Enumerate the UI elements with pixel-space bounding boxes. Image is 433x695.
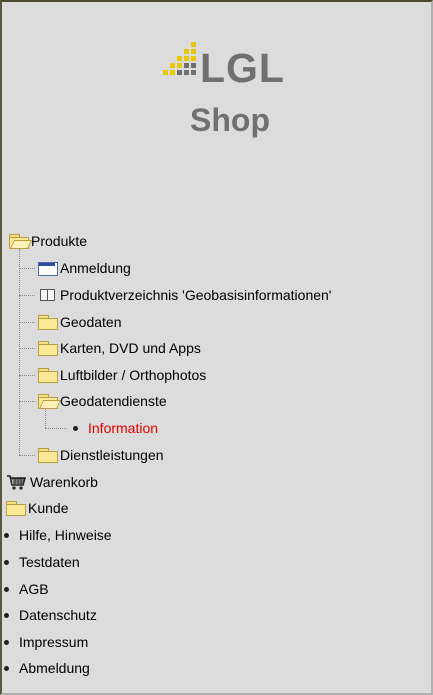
navigation-tree: Produkte Anmeldung Produktverzeichnis 'G… (0, 0, 433, 695)
tree-connector (19, 295, 35, 296)
tree-connector (19, 401, 35, 402)
nav-link-agb[interactable]: AGB (0, 578, 49, 600)
tree-item-produktverzeichnis[interactable]: Produktverzeichnis 'Geobasisinformatione… (40, 284, 331, 306)
tree-connector (19, 348, 35, 349)
tree-connector (19, 455, 35, 456)
tree-item-karten[interactable]: Karten, DVD und Apps (38, 337, 201, 359)
tree-item-produkte[interactable]: Produkte (9, 230, 87, 252)
nav-link-abmeldung[interactable]: Abmeldung (0, 657, 90, 679)
tree-item-label: Produkte (31, 233, 88, 249)
window-icon (38, 261, 58, 276)
tree-connector (19, 249, 20, 455)
tree-connector (45, 428, 67, 429)
nav-item-kunde[interactable]: Kunde (6, 497, 68, 519)
nav-link-hilfe[interactable]: Hilfe, Hinweise (0, 524, 112, 546)
shopping-cart-icon (7, 475, 27, 490)
bullet-icon (73, 425, 78, 431)
nav-link-datenschutz[interactable]: Datenschutz (0, 604, 97, 626)
tree-item-information[interactable]: Information (69, 417, 158, 439)
tree-item-label: Karten, DVD und Apps (60, 340, 201, 356)
nav-link-label: Abmeldung (19, 660, 90, 676)
nav-link-label: Testdaten (19, 554, 80, 570)
bullet-icon (4, 665, 9, 671)
folder-icon (38, 368, 58, 383)
nav-link-label: Impressum (19, 634, 89, 650)
tree-item-label: Information (88, 420, 159, 436)
nav-item-label: Kunde (28, 500, 69, 516)
bullet-icon (4, 639, 9, 645)
tree-item-label: Produktverzeichnis 'Geobasisinformatione… (60, 287, 332, 303)
tree-item-geodatendienste[interactable]: Geodatendienste (38, 390, 167, 412)
tree-connector (19, 268, 35, 269)
tree-item-label: Dienstleistungen (60, 447, 164, 463)
tree-item-luftbilder[interactable]: Luftbilder / Orthophotos (38, 364, 206, 386)
tree-item-label: Geodaten (60, 314, 122, 330)
nav-link-label: Datenschutz (19, 607, 97, 623)
book-icon (40, 289, 56, 301)
folder-open-icon (38, 394, 62, 409)
tree-item-dienstleistungen[interactable]: Dienstleistungen (38, 444, 164, 466)
nav-item-label: Warenkorb (30, 474, 98, 490)
nav-link-testdaten[interactable]: Testdaten (0, 551, 80, 573)
tree-item-label: Geodatendienste (60, 393, 167, 409)
nav-link-label: AGB (19, 581, 49, 597)
tree-connector (19, 375, 35, 376)
tree-item-geodaten[interactable]: Geodaten (38, 311, 122, 333)
bullet-icon (4, 559, 9, 565)
folder-icon (38, 448, 58, 463)
tree-item-anmeldung[interactable]: Anmeldung (38, 257, 131, 279)
bullet-icon (4, 532, 9, 538)
folder-icon (38, 315, 58, 330)
nav-item-warenkorb[interactable]: Warenkorb (6, 471, 98, 493)
folder-icon (38, 341, 58, 356)
bullet-icon (4, 586, 9, 592)
nav-link-label: Hilfe, Hinweise (19, 527, 112, 543)
tree-item-label: Anmeldung (60, 260, 131, 276)
folder-icon (6, 501, 26, 516)
bullet-icon (4, 612, 9, 618)
tree-connector (19, 322, 35, 323)
folder-open-icon (9, 234, 33, 249)
nav-link-impressum[interactable]: Impressum (0, 631, 88, 653)
tree-item-label: Luftbilder / Orthophotos (60, 367, 207, 383)
